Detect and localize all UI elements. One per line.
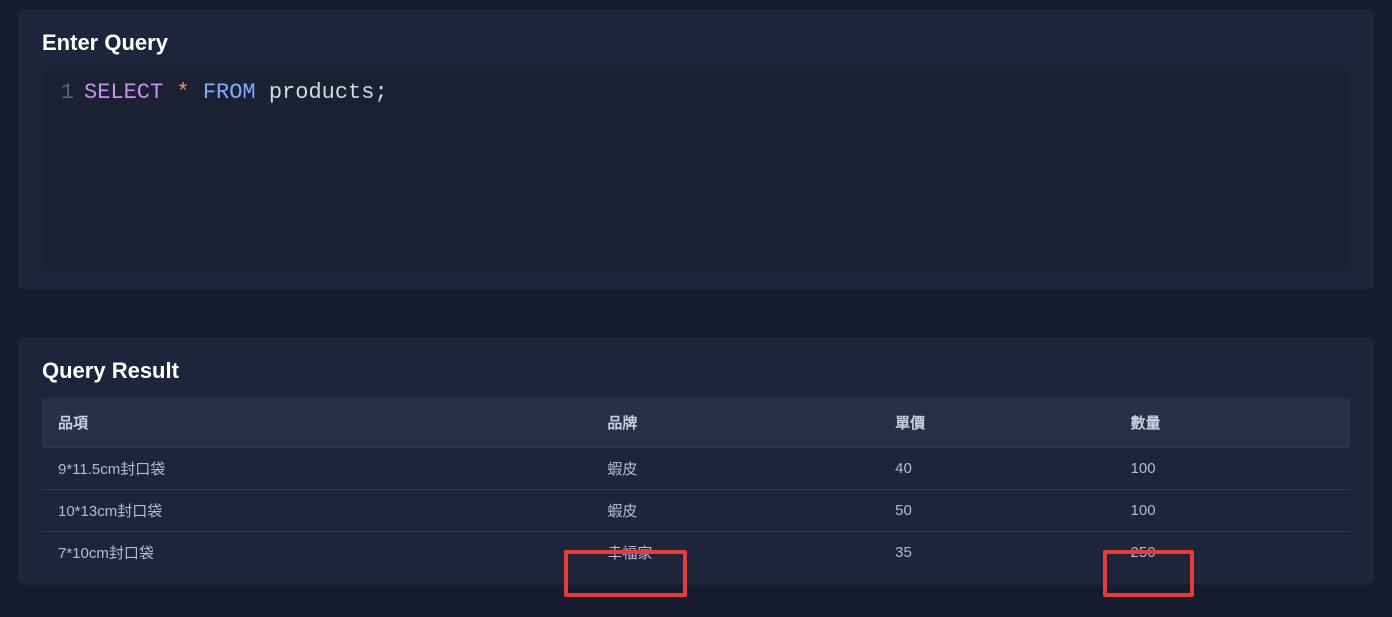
query-panel: Enter Query 1 SELECT * FROM products; <box>18 10 1374 290</box>
sql-editor[interactable]: 1 SELECT * FROM products; <box>42 70 1350 270</box>
code-line: 1 SELECT * FROM products; <box>54 78 1338 109</box>
cell: 35 <box>879 532 1114 574</box>
table-row: 7*10cm封口袋 幸福家 35 250 <box>42 532 1350 574</box>
query-panel-title: Enter Query <box>42 30 1350 56</box>
table-row: 9*11.5cm封口袋 蝦皮 40 100 <box>42 448 1350 490</box>
keyword-select: SELECT <box>84 80 163 105</box>
cell: 100 <box>1115 490 1350 532</box>
keyword-star: * <box>176 80 189 105</box>
code-content[interactable]: SELECT * FROM products; <box>84 78 388 109</box>
cell: 幸福家 <box>591 532 879 574</box>
col-header: 品牌 <box>591 398 879 448</box>
cell: 50 <box>879 490 1114 532</box>
line-number: 1 <box>54 78 74 109</box>
cell: 蝦皮 <box>591 490 879 532</box>
cell: 7*10cm封口袋 <box>42 532 591 574</box>
table-row: 10*13cm封口袋 蝦皮 50 100 <box>42 490 1350 532</box>
cell: 9*11.5cm封口袋 <box>42 448 591 490</box>
cell: 250 <box>1115 532 1350 574</box>
identifier-products: products <box>269 80 375 105</box>
result-panel: Query Result 品項 品牌 單價 數量 9*11.5cm封口袋 蝦皮 … <box>18 338 1374 585</box>
keyword-from: FROM <box>203 80 256 105</box>
cell: 蝦皮 <box>591 448 879 490</box>
result-panel-title: Query Result <box>42 358 1350 384</box>
cell: 10*13cm封口袋 <box>42 490 591 532</box>
semicolon: ; <box>374 80 387 105</box>
col-header: 數量 <box>1115 398 1350 448</box>
result-table: 品項 品牌 單價 數量 9*11.5cm封口袋 蝦皮 40 100 10*13c… <box>42 398 1350 573</box>
cell: 100 <box>1115 448 1350 490</box>
table-header-row: 品項 品牌 單價 數量 <box>42 398 1350 448</box>
col-header: 品項 <box>42 398 591 448</box>
col-header: 單價 <box>879 398 1114 448</box>
cell: 40 <box>879 448 1114 490</box>
